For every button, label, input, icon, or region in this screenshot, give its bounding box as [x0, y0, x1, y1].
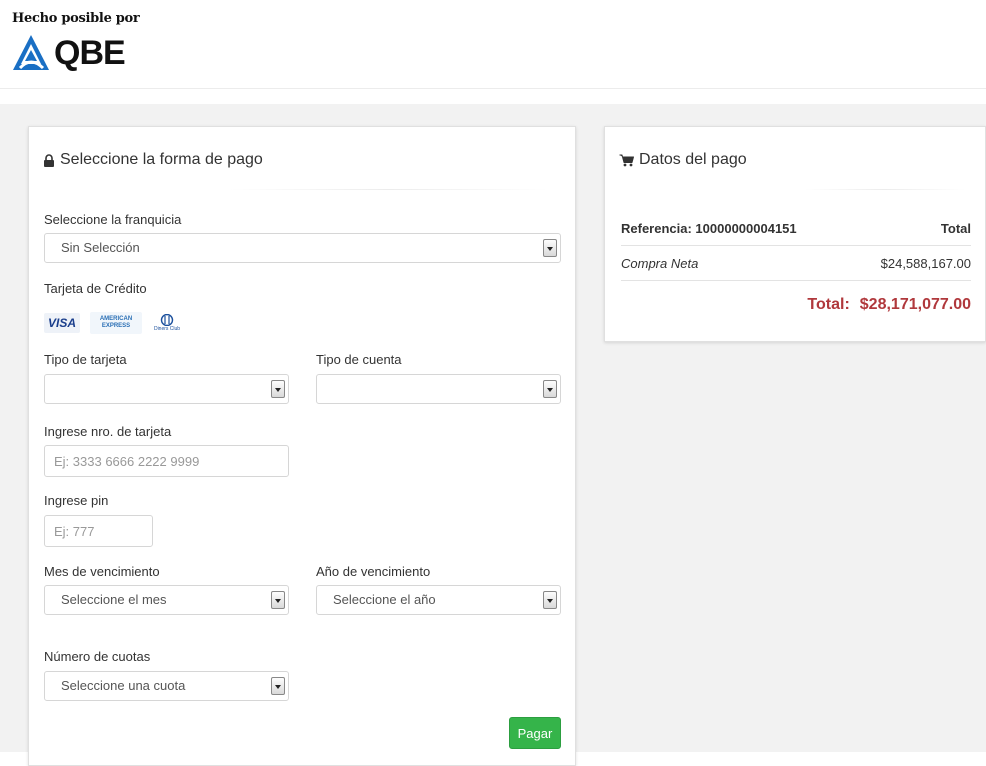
pin-input[interactable]: [44, 515, 153, 547]
page-header: Hecho posible por QBE: [0, 0, 986, 89]
chevron-down-icon[interactable]: [271, 677, 285, 695]
pay-button[interactable]: Pagar: [509, 717, 561, 749]
installments-label: Número de cuotas: [44, 649, 151, 664]
lock-icon: [44, 153, 54, 167]
card-type-label: Tipo de tarjeta: [44, 352, 127, 367]
reference-label: Referencia: 10000000004151: [621, 220, 797, 236]
amex-card-icon[interactable]: AMERICAN EXPRESS: [90, 312, 143, 334]
exp-year-select-value: Seleccione el año: [333, 592, 436, 607]
payment-summary-title-text: Datos del pago: [639, 151, 747, 168]
card-number-input[interactable]: [44, 445, 289, 477]
exp-month-select[interactable]: Seleccione el mes: [44, 585, 289, 615]
payment-form-panel: Seleccione la forma de pago Seleccione l…: [28, 126, 576, 766]
grand-total-value: $28,171,077.00: [859, 296, 971, 313]
total-column-header: Total: [940, 220, 971, 236]
card-type-select[interactable]: [44, 374, 289, 404]
payment-summary-panel: Datos del pago Referencia: 1000000000415…: [604, 126, 986, 342]
diners-card-icon[interactable]: Diners Club: [152, 311, 182, 335]
account-type-label: Tipo de cuenta: [316, 352, 402, 367]
payment-summary-title: Datos del pago: [619, 151, 747, 169]
franchise-label: Seleccione la franquicia: [44, 212, 182, 227]
chevron-down-icon[interactable]: [271, 591, 285, 609]
exp-year-label: Año de vencimiento: [316, 564, 431, 579]
divider: [805, 189, 965, 190]
exp-year-select[interactable]: Seleccione el año: [316, 585, 561, 615]
chevron-down-icon[interactable]: [271, 380, 285, 398]
franchise-select-value: Sin Selección: [61, 240, 140, 255]
grand-total-label: Total:: [807, 296, 850, 313]
exp-month-select-value: Seleccione el mes: [61, 592, 167, 607]
chevron-down-icon[interactable]: [543, 380, 557, 398]
line-item-amount: $24,588,167.00: [880, 255, 971, 271]
installments-select-value: Seleccione una cuota: [61, 678, 186, 693]
installments-select[interactable]: Seleccione una cuota: [44, 671, 289, 701]
amex-card-label: AMERICAN EXPRESS: [99, 316, 133, 329]
table-row: Compra Neta $24,588,167.00: [621, 245, 971, 280]
brand-tagline: Hecho posible por: [12, 11, 140, 26]
summary-header-row: Referencia: 10000000004151 Total: [621, 211, 971, 245]
qbe-logo-icon: [13, 35, 49, 70]
cart-icon: [619, 154, 634, 166]
main-area: Seleccione la forma de pago Seleccione l…: [0, 104, 986, 766]
pin-label: Ingrese pin: [44, 493, 109, 508]
visa-card-icon[interactable]: VISA: [44, 313, 81, 333]
brand-logo: QBE: [12, 33, 126, 73]
franchise-select[interactable]: Sin Selección: [44, 233, 561, 263]
grand-total-row: Total: $28,171,077.00: [621, 280, 971, 329]
diners-logo-icon: [160, 314, 174, 326]
card-number-label: Ingrese nro. de tarjeta: [44, 424, 172, 439]
line-item-name: Compra Neta: [621, 255, 699, 271]
card-brands: VISA AMERICAN EXPRESS Diners Club: [44, 311, 182, 335]
chevron-down-icon[interactable]: [543, 239, 557, 257]
credit-card-label: Tarjeta de Crédito: [44, 281, 147, 296]
account-type-select[interactable]: [316, 374, 561, 404]
chevron-down-icon[interactable]: [543, 591, 557, 609]
diners-card-label: Diners Club: [153, 326, 181, 332]
exp-month-label: Mes de vencimiento: [44, 564, 160, 579]
payment-form-title: Seleccione la forma de pago: [43, 151, 263, 169]
brand-name: QBE: [54, 34, 126, 72]
payment-form-title-text: Seleccione la forma de pago: [60, 151, 263, 168]
divider: [229, 189, 549, 190]
